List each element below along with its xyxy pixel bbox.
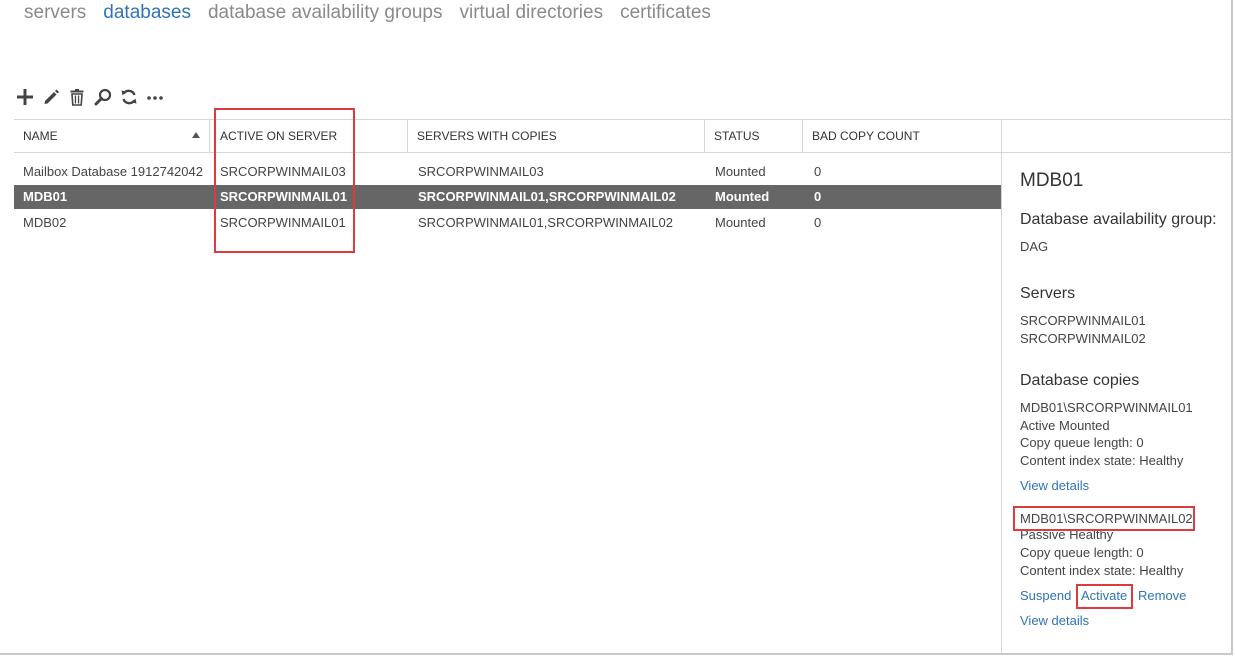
details-title: MDB01: [1020, 170, 1084, 191]
highlight-activate-link: [1076, 584, 1133, 609]
content-index-state: Content index state: Healthy: [1020, 453, 1184, 468]
toolbar: [16, 86, 164, 108]
highlight-copy-name: [1013, 506, 1195, 531]
tab-servers[interactable]: servers: [24, 0, 86, 28]
add-button[interactable]: [16, 87, 34, 107]
tab-virtual-directories[interactable]: virtual directories: [459, 0, 603, 28]
tab-database-availability-groups[interactable]: database availability groups: [208, 0, 443, 28]
refresh-icon: [121, 89, 137, 105]
tab-databases[interactable]: databases: [103, 0, 191, 28]
plus-icon: [17, 89, 33, 105]
table-row[interactable]: MDB02 SRCORPWINMAIL01 SRCORPWINMAIL01,SR…: [14, 211, 1002, 235]
copy-state: Active Mounted: [1020, 418, 1110, 433]
delete-button[interactable]: [68, 87, 86, 107]
remove-link[interactable]: Remove: [1138, 587, 1186, 605]
content-index-state: Content index state: Healthy: [1020, 563, 1184, 578]
column-header-bad-copy-count[interactable]: BAD COPY COUNT: [803, 120, 1002, 152]
more-button[interactable]: [146, 87, 164, 107]
servers-heading: Servers: [1020, 285, 1076, 302]
server-item: SRCORPWINMAIL01: [1020, 313, 1146, 328]
search-button[interactable]: [94, 87, 112, 107]
copy-name: MDB01\SRCORPWINMAIL01: [1020, 400, 1193, 415]
column-header-servers-with-copies[interactable]: SERVERS WITH COPIES: [408, 120, 705, 152]
copy-queue-length: Copy queue length: 0: [1020, 435, 1144, 450]
edit-button[interactable]: [42, 87, 60, 107]
pencil-icon: [44, 89, 59, 104]
server-item: SRCORPWINMAIL02: [1020, 331, 1146, 346]
search-icon: [94, 88, 112, 106]
dag-heading: Database availability group:: [1020, 211, 1217, 228]
more-icon: [147, 96, 163, 100]
trash-icon: [70, 89, 84, 106]
view-details-link[interactable]: View details: [1020, 477, 1089, 495]
table-header: NAME ACTIVE ON SERVER SERVERS WITH COPIE…: [14, 119, 1231, 153]
view-details-link[interactable]: View details: [1020, 612, 1089, 630]
tab-certificates[interactable]: certificates: [620, 0, 711, 28]
sort-ascending-icon: [192, 132, 200, 138]
table-row-selected[interactable]: MDB01 SRCORPWINMAIL01 SRCORPWINMAIL01,SR…: [14, 185, 1002, 209]
suspend-link[interactable]: Suspend: [1020, 587, 1071, 605]
details-divider: [1001, 153, 1002, 653]
column-header-status[interactable]: STATUS: [705, 120, 803, 152]
highlight-active-on-server-column: [214, 108, 355, 253]
dag-value: DAG: [1020, 239, 1049, 254]
table-row[interactable]: Mailbox Database 1912742042 SRCORPWINMAI…: [14, 160, 1002, 184]
refresh-button[interactable]: [120, 87, 138, 107]
column-header-name[interactable]: NAME: [14, 120, 210, 152]
database-copies-heading: Database copies: [1020, 372, 1140, 389]
top-nav: servers databases database availability …: [24, 0, 711, 28]
copy-queue-length: Copy queue length: 0: [1020, 545, 1144, 560]
